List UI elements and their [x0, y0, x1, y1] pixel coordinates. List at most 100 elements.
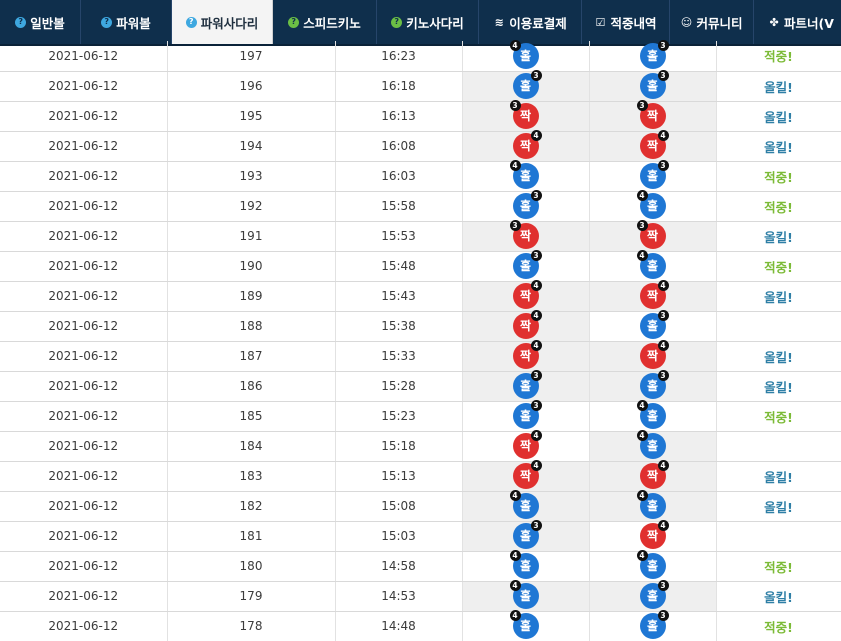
ball-badge: 4 — [657, 340, 669, 351]
ball-label: 짝 — [519, 139, 532, 153]
odd-ball: 홀3 — [639, 370, 669, 399]
results-table-body: 2021-06-12 197 16:23 홀 4 홀 3 적중! 2021-06-12 196 16… — [0, 39, 841, 641]
ball-badge: 4 — [509, 580, 521, 591]
ball-badge: 3 — [657, 610, 669, 621]
table-row: 2021-06-12 185 15:23 홀 3 홀 4 적중! — [0, 400, 841, 432]
result-cell-1: 홀4 — [462, 550, 590, 582]
odd-ball: 홀4 — [509, 490, 539, 519]
ball-label: 홀 — [646, 48, 659, 63]
result-cell-1: 홀4 — [462, 160, 590, 192]
date-cell: 2021-06-12 — [0, 101, 168, 132]
table-row: 2021-06-12 183 15:13 짝 4 짝 4 올킬! — [0, 460, 841, 492]
result-cell-2: 홀3 — [589, 610, 717, 641]
time-cell: 15:43 — [335, 281, 463, 312]
result-cell-2: 홀3 — [589, 370, 717, 402]
nav-tab-0[interactable]: ? 일반볼 — [0, 0, 81, 44]
question-circle-icon: ? — [101, 16, 113, 28]
database-icon: ≋ — [494, 15, 504, 29]
date-cell: 2021-06-12 — [0, 311, 168, 342]
outcome-label: 올킬! — [764, 229, 793, 245]
ball-label: 홀 — [646, 559, 659, 573]
outcome-label: 올킬! — [764, 469, 793, 485]
nav-tab-2[interactable]: ? 파워사다리 — [172, 0, 273, 44]
even-ball: 짝3 — [636, 220, 666, 249]
odd-ball: 홀3 — [639, 580, 669, 609]
ball-label: 홀 — [519, 409, 532, 423]
odd-ball: 홀4 — [509, 160, 539, 189]
odd-ball: 홀4 — [636, 190, 666, 219]
ball-label: 짝 — [646, 349, 659, 363]
outcome-cell: 적중! — [716, 41, 841, 72]
round-cell: 189 — [167, 281, 336, 312]
result-cell-2: 홀4 — [589, 250, 717, 282]
date-cell: 2021-06-12 — [0, 221, 168, 252]
nav-tab-6[interactable]: ☑ 적중내역 — [582, 0, 670, 44]
ball-label: 홀 — [519, 499, 532, 513]
date-cell: 2021-06-12 — [0, 431, 168, 462]
outcome-cell — [716, 521, 841, 552]
ball-badge: 4 — [657, 280, 669, 291]
ball-label: 짝 — [519, 229, 532, 243]
odd-ball: 홀3 — [639, 70, 669, 99]
nav-tab-label: 파워사다리 — [200, 15, 259, 31]
result-cell-2: 홀3 — [589, 39, 717, 72]
nav-tab-label: 이용료결제 — [509, 15, 567, 31]
nav-tab-1[interactable]: ? 파워볼 — [81, 0, 172, 44]
ball-badge: 4 — [636, 550, 648, 561]
nav-tab-label: 파워볼 — [116, 15, 151, 31]
table-row: 2021-06-12 195 16:13 짝 3 짝 3 올킬! — [0, 100, 841, 132]
odd-ball: 홀4 — [636, 550, 666, 579]
round-cell: 197 — [167, 41, 336, 72]
ball-label: 홀 — [646, 409, 659, 423]
outcome-label: 적중! — [764, 49, 793, 65]
outcome-label: 올킬! — [764, 379, 793, 395]
result-cell-1: 홀3 — [462, 190, 590, 222]
nav-tab-3[interactable]: ? 스피드키노 — [273, 0, 377, 44]
ball-label: 짝 — [646, 529, 659, 543]
time-cell: 16:08 — [335, 131, 463, 162]
outcome-cell: 올킬! — [716, 71, 841, 102]
even-ball: 짝3 — [509, 220, 539, 249]
date-cell: 2021-06-12 — [0, 161, 168, 192]
outcome-cell: 적중! — [716, 401, 841, 432]
odd-ball: 홀3 — [512, 190, 542, 219]
outcome-cell: 적중! — [716, 551, 841, 582]
ball-label: 홀 — [646, 589, 659, 603]
outcome-label: 올킬! — [764, 349, 793, 365]
time-cell: 16:13 — [335, 101, 463, 132]
round-cell: 187 — [167, 341, 336, 372]
round-cell: 194 — [167, 131, 336, 162]
round-cell: 192 — [167, 191, 336, 222]
outcome-cell: 올킬! — [716, 581, 841, 612]
round-cell: 184 — [167, 431, 336, 462]
date-cell: 2021-06-12 — [0, 41, 168, 72]
round-cell: 185 — [167, 401, 336, 432]
nav-tab-label: 스피드키노 — [303, 15, 361, 31]
ball-badge: 4 — [636, 490, 648, 501]
odd-ball: 홀3 — [512, 400, 542, 429]
result-cell-2: 짝4 — [589, 520, 717, 552]
odd-ball: 홀4 — [509, 610, 539, 639]
ball-badge: 3 — [509, 100, 521, 111]
outcome-label: 적중! — [764, 259, 793, 275]
result-cell-1: 짝3 — [462, 100, 590, 132]
round-cell: 195 — [167, 101, 336, 132]
time-cell: 14:53 — [335, 581, 463, 612]
result-cell-2: 홀3 — [589, 70, 717, 102]
outcome-cell: 올킬! — [716, 101, 841, 132]
nav-tab-7[interactable]: ☺ 커뮤니티 — [670, 0, 754, 44]
ball-badge: 3 — [509, 220, 521, 231]
nav-tab-4[interactable]: ? 키노사다리 — [377, 0, 479, 44]
date-cell: 2021-06-12 — [0, 191, 168, 222]
ball-badge: 3 — [530, 190, 542, 201]
ball-label: 홀 — [519, 619, 532, 633]
nav-tab-5[interactable]: ≋ 이용료결제 — [479, 0, 582, 44]
check-square-icon: ☑ — [595, 15, 606, 29]
nav-tab-8[interactable]: ✤ 파트너(V — [754, 0, 841, 44]
result-cell-2: 짝4 — [589, 340, 717, 372]
ball-label: 짝 — [646, 139, 659, 153]
odd-ball: 홀3 — [512, 520, 542, 549]
outcome-label: 올킬! — [764, 139, 793, 155]
even-ball: 짝4 — [512, 340, 542, 369]
nav-tab-label: 파트너(V — [784, 15, 834, 31]
